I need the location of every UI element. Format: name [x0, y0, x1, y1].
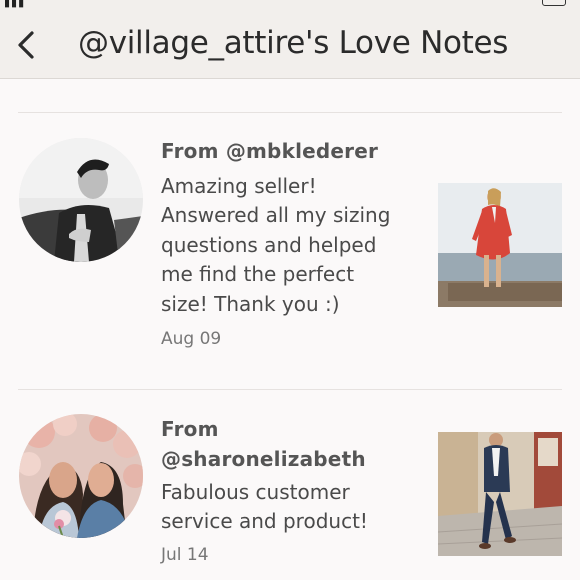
author-username[interactable]: @mbklederer	[226, 139, 378, 163]
message-line: service and product!	[161, 509, 368, 534]
note-date: Aug 09	[161, 329, 222, 349]
love-note-item: From @sharonelizabeth Fabulous customer …	[0, 390, 580, 580]
note-author: From @sharonelizabeth	[161, 414, 366, 474]
author-username[interactable]: @sharonelizabeth	[161, 444, 366, 474]
message-line: Answered all my sizing	[161, 203, 391, 228]
message-line: questions and helped	[161, 232, 377, 257]
avatar[interactable]	[19, 414, 143, 538]
from-label: From	[161, 139, 219, 163]
chevron-left-icon	[18, 31, 34, 59]
avatar[interactable]	[19, 138, 143, 262]
message-line: me find the perfect	[161, 262, 355, 287]
message-line: size! Thank you :)	[161, 291, 340, 316]
message-line: Amazing seller!	[161, 174, 317, 198]
battery-icon	[542, 0, 566, 6]
message-line: Fabulous customer	[161, 480, 350, 504]
note-message: Amazing seller! Answered all my sizing q…	[161, 172, 431, 319]
back-button[interactable]	[8, 22, 48, 66]
note-date: Jul 14	[161, 545, 209, 565]
top-nav-bar: @village_attire's Love Notes	[0, 10, 580, 79]
note-message: Fabulous customer service and product!	[161, 478, 431, 537]
status-bar: ▮▮▮	[0, 0, 580, 10]
from-label: From	[161, 417, 219, 441]
listing-thumbnail[interactable]	[438, 432, 562, 556]
signal-icon: ▮▮▮	[4, 0, 26, 9]
love-note-item: From @mbklederer Amazing seller! Answere…	[0, 113, 580, 389]
listing-thumbnail[interactable]	[438, 183, 562, 307]
note-author: From @mbklederer	[161, 139, 378, 163]
page-title: @village_attire's Love Notes	[78, 25, 509, 61]
